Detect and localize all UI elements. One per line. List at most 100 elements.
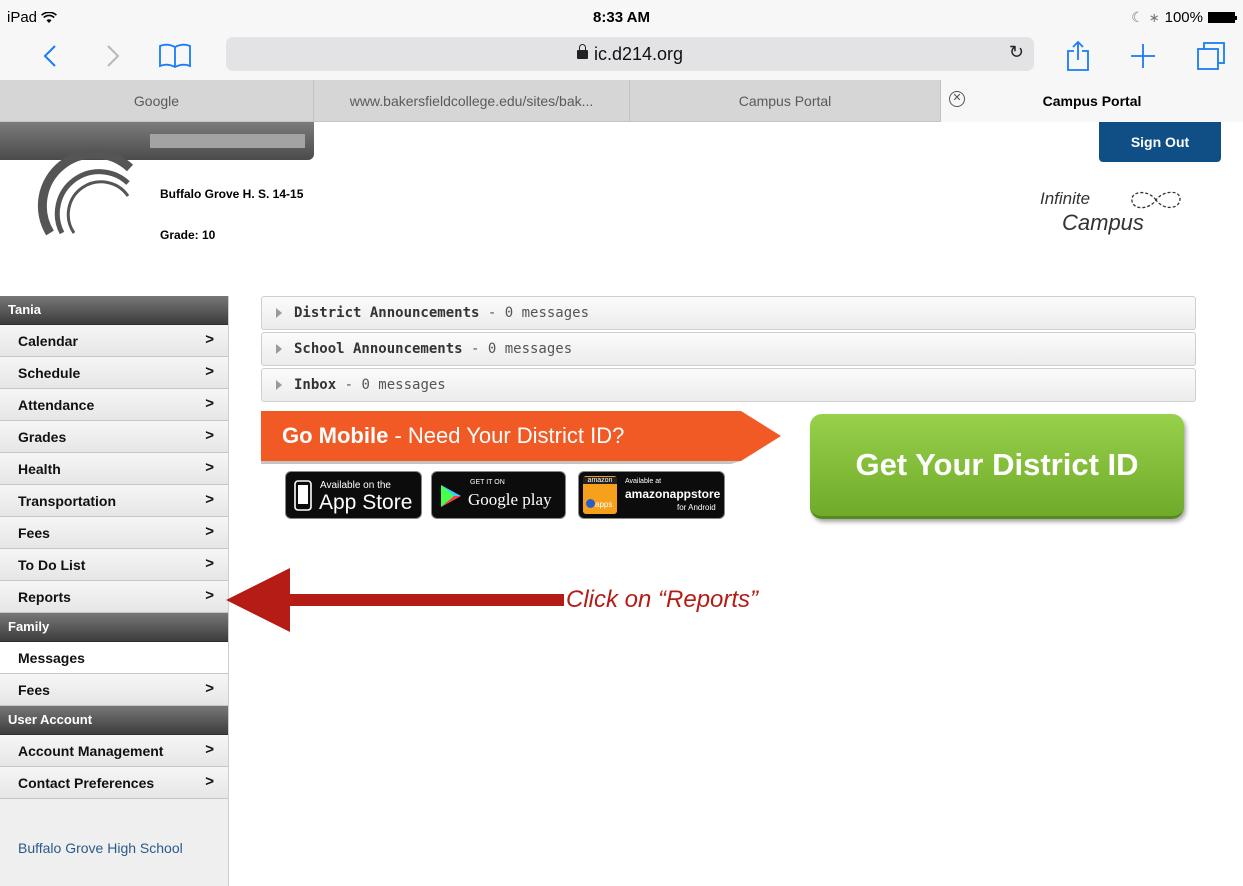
sidebar-item-schedule[interactable]: Schedule > bbox=[0, 357, 228, 389]
amazon-small-text: Available at bbox=[625, 478, 662, 485]
sidebar-item-label: Grades bbox=[18, 429, 67, 445]
sidebar-item-label: Reports bbox=[18, 589, 71, 605]
panel-title: Inbox bbox=[294, 377, 337, 393]
ipad-screen: iPad 8:33 AM ☾ ∗ 100% ic.d214.org ↻ Goog… bbox=[0, 0, 1243, 886]
grade-label: Grade: 10 bbox=[160, 228, 216, 242]
app-store-big-text: App Store bbox=[319, 491, 413, 514]
chevron-right-icon: > bbox=[205, 741, 214, 758]
sidebar-item-messages[interactable]: Messages bbox=[0, 642, 228, 674]
app-store-badge[interactable]: Available on the App Store bbox=[285, 471, 422, 519]
sidebar-item-label: Schedule bbox=[18, 365, 81, 381]
chevron-right-icon: > bbox=[205, 555, 214, 572]
sidebar-item-label: Health bbox=[18, 461, 61, 477]
url-text: ic.d214.org bbox=[593, 44, 684, 64]
panel-count: - 0 messages bbox=[336, 377, 446, 393]
globe-icon bbox=[586, 499, 595, 508]
amazon-apps-text: apps bbox=[595, 500, 613, 509]
amazon-apps-tile: amazon apps bbox=[583, 476, 617, 514]
sidebar-item-calendar[interactable]: Calendar > bbox=[0, 325, 228, 357]
logo-word-campus: Campus bbox=[1062, 210, 1144, 235]
sidebar-item-label: Fees bbox=[18, 682, 50, 698]
redacted-username bbox=[150, 134, 305, 148]
sidebar-item-label: To Do List bbox=[18, 557, 86, 573]
close-tab-icon[interactable]: ✕ bbox=[949, 91, 965, 107]
school-announcements-panel[interactable]: School Announcements - 0 messages bbox=[261, 332, 1196, 366]
infinite-campus-logo: Infinite Campus bbox=[1040, 185, 1190, 240]
sidebar-item-label: Calendar bbox=[18, 333, 78, 349]
amazon-big-text: amazonappstore bbox=[625, 487, 721, 501]
share-button[interactable] bbox=[1060, 38, 1096, 74]
sidebar-item-family-fees[interactable]: Fees > bbox=[0, 674, 228, 706]
bluetooth-icon: ∗ bbox=[1148, 9, 1160, 25]
address-bar[interactable]: ic.d214.org ↻ bbox=[226, 37, 1034, 71]
amazon-appstore-badge[interactable]: amazon apps Available at amazonappstore … bbox=[578, 471, 725, 519]
lock-icon bbox=[576, 44, 588, 59]
sidebar-item-transportation[interactable]: Transportation > bbox=[0, 485, 228, 517]
need-id-label: - Need Your District ID? bbox=[388, 423, 625, 448]
sign-out-button[interactable]: Sign Out bbox=[1099, 122, 1221, 162]
inbox-panel[interactable]: Inbox - 0 messages bbox=[261, 368, 1196, 402]
annotation-arrow bbox=[226, 568, 564, 632]
sidebar-item-label: Contact Preferences bbox=[18, 775, 155, 791]
chevron-left-icon bbox=[43, 45, 56, 67]
sidebar-item-contact-preferences[interactable]: Contact Preferences > bbox=[0, 767, 228, 799]
panel-title: District Announcements bbox=[294, 305, 480, 321]
school-link[interactable]: Buffalo Grove High School bbox=[18, 840, 183, 856]
get-district-id-button[interactable]: Get Your District ID bbox=[810, 414, 1184, 519]
sidebar-item-reports[interactable]: Reports > bbox=[0, 581, 228, 613]
sidebar-item-label: Fees bbox=[18, 525, 50, 541]
plus-icon bbox=[1131, 44, 1155, 68]
reload-icon[interactable]: ↻ bbox=[1009, 42, 1024, 63]
tab-google[interactable]: Google bbox=[0, 80, 314, 122]
amazon-logo-text: amazon bbox=[583, 477, 617, 484]
go-mobile-label: Go Mobile bbox=[282, 423, 389, 448]
chevron-right-icon: > bbox=[205, 773, 214, 790]
expand-arrow-icon bbox=[276, 344, 282, 354]
book-icon bbox=[159, 43, 191, 69]
sidebar-item-health[interactable]: Health > bbox=[0, 453, 228, 485]
back-button[interactable] bbox=[32, 38, 68, 74]
panel-count: - 0 messages bbox=[462, 341, 573, 357]
tab-bakersfield[interactable]: www.bakersfieldcollege.edu/sites/bak... bbox=[314, 80, 630, 122]
browser-toolbar: ic.d214.org ↻ bbox=[0, 34, 1243, 80]
logo-word-infinite: Infinite bbox=[1040, 189, 1091, 208]
new-tab-button[interactable] bbox=[1125, 38, 1161, 74]
expand-arrow-icon bbox=[276, 380, 282, 390]
tab-campus-portal-active[interactable]: ✕ Campus Portal bbox=[941, 80, 1243, 122]
tab-campus-portal[interactable]: Campus Portal bbox=[630, 80, 941, 122]
sidebar-item-label: Transportation bbox=[18, 493, 117, 509]
tabs-icon bbox=[1197, 42, 1225, 70]
sidebar-item-todo[interactable]: To Do List > bbox=[0, 549, 228, 581]
status-time: 8:33 AM bbox=[593, 9, 650, 26]
sidebar-item-grades[interactable]: Grades > bbox=[0, 421, 228, 453]
forward-button[interactable] bbox=[95, 38, 131, 74]
google-play-badge[interactable]: GET IT ON Google play bbox=[431, 471, 566, 519]
sidebar-header-account: User Account bbox=[0, 706, 228, 735]
chevron-right-icon: > bbox=[205, 331, 214, 348]
moon-icon: ☾ bbox=[1131, 9, 1144, 25]
sidebar-item-attendance[interactable]: Attendance > bbox=[0, 389, 228, 421]
go-mobile-text: Go Mobile - Need Your District ID? bbox=[282, 423, 624, 449]
chevron-right-icon: > bbox=[205, 395, 214, 412]
sidebar-header-student: Tania bbox=[0, 296, 228, 325]
district-announcements-panel[interactable]: District Announcements - 0 messages bbox=[261, 296, 1196, 330]
chevron-right-icon: > bbox=[205, 427, 214, 444]
tab-label: www.bakersfieldcollege.edu/sites/bak... bbox=[349, 93, 594, 109]
battery-icon bbox=[1208, 12, 1237, 23]
school-logo-icon bbox=[37, 149, 134, 236]
chevron-right-icon bbox=[107, 45, 120, 67]
google-big-text: Google play bbox=[468, 490, 552, 509]
sidebar-item-label: Messages bbox=[18, 650, 85, 666]
panel-title: School Announcements bbox=[294, 341, 463, 357]
tabs-overview-button[interactable] bbox=[1193, 38, 1229, 74]
sidebar-item-account-management[interactable]: Account Management > bbox=[0, 735, 228, 767]
sidebar-header-family: Family bbox=[0, 613, 228, 642]
phone-icon bbox=[294, 480, 312, 511]
status-bar: iPad 8:33 AM ☾ ∗ 100% bbox=[0, 0, 1243, 34]
sidebar-item-fees[interactable]: Fees > bbox=[0, 517, 228, 549]
tab-bar: Google www.bakersfieldcollege.edu/sites/… bbox=[0, 80, 1243, 122]
bookmarks-button[interactable] bbox=[157, 38, 193, 74]
sidebar-item-label: Attendance bbox=[18, 397, 95, 413]
panel-count: - 0 messages bbox=[479, 305, 590, 321]
chevron-right-icon: > bbox=[205, 523, 214, 540]
